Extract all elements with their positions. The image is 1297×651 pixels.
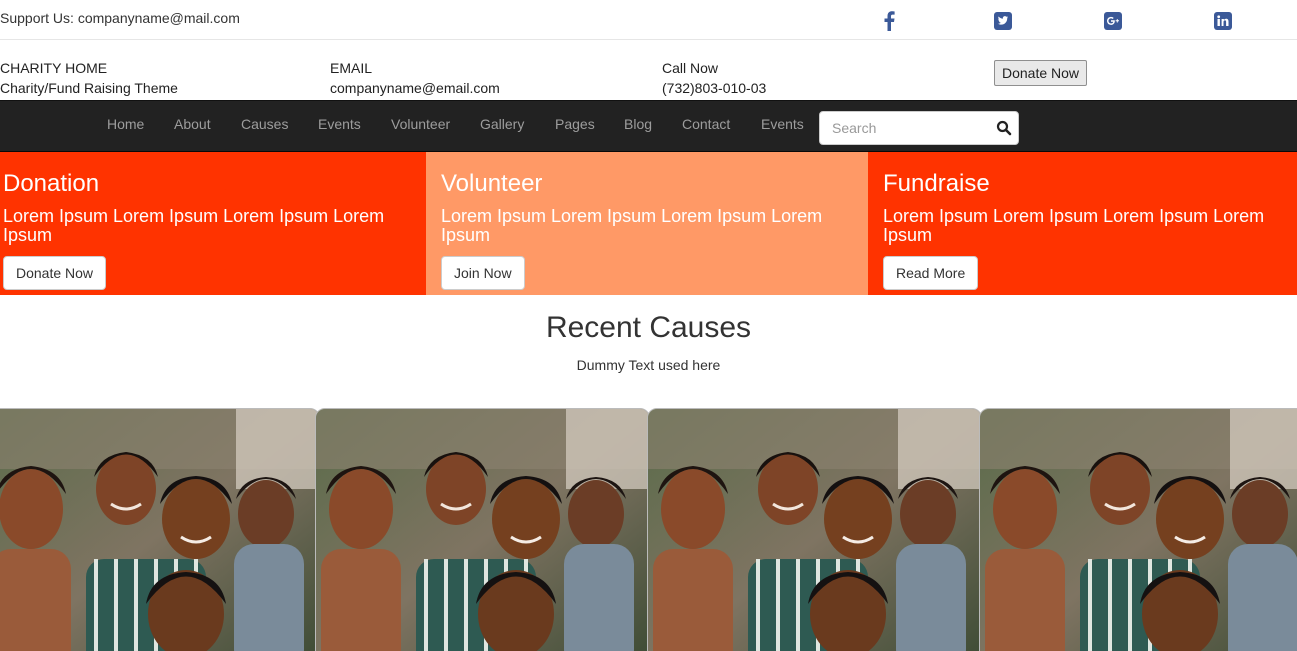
nav-item-about[interactable]: About [174,116,211,132]
recent-causes-title: Recent Causes [545,311,752,344]
cause-image [316,409,649,651]
cause-card[interactable] [0,408,320,651]
nav-item-events-2[interactable]: Events [761,116,804,132]
recent-causes-subtitle: Dummy Text used here [576,357,721,373]
panel-title: Donation [3,170,100,197]
cause-card[interactable] [979,408,1297,651]
nav-item-gallery[interactable]: Gallery [480,116,524,132]
cause-card[interactable] [647,408,982,651]
search-box [819,111,1019,145]
search-input[interactable] [820,112,990,144]
panel-title: Fundraise [883,170,990,197]
twitter-icon[interactable] [993,11,1013,31]
nav-item-pages[interactable]: Pages [555,116,595,132]
email-label: EMAIL [330,60,373,76]
top-bar: Support Us: companyname@mail.com [0,0,1297,40]
panel-text: Lorem Ipsum Lorem Ipsum Lorem Ipsum Lore… [883,206,1265,245]
brand-subtitle: Charity/Fund Raising Theme [0,80,178,96]
join-now-button[interactable]: Join Now [441,256,525,290]
cause-image [648,409,981,651]
support-text: Support Us: companyname@mail.com [0,10,240,26]
causes-gallery [0,408,1297,651]
linkedin-icon[interactable] [1213,11,1233,31]
nav-item-volunteer[interactable]: Volunteer [391,116,450,132]
nav-item-causes[interactable]: Causes [241,116,288,132]
read-more-button[interactable]: Read More [883,256,979,290]
nav-item-events[interactable]: Events [318,116,361,132]
donation-panel: Donation Lorem Ipsum Lorem Ipsum Lorem I… [0,152,426,295]
donate-now-button[interactable]: Donate Now [994,60,1087,86]
email-block: EMAIL companyname@email.com [330,58,500,98]
call-block: Call Now (732)803-010-03 [662,58,766,98]
panel-title: Volunteer [441,170,543,197]
email-value: companyname@email.com [330,80,500,96]
facebook-icon[interactable] [879,11,899,31]
brand-block: CHARITY HOME Charity/Fund Raising Theme [0,58,178,98]
cause-image [0,409,319,651]
cause-card[interactable] [315,408,650,651]
nav-item-home[interactable]: Home [107,116,144,132]
cause-image [980,409,1297,651]
call-value: (732)803-010-03 [662,80,767,96]
brand-title: CHARITY HOME [0,60,108,76]
fundraise-panel: Fundraise Lorem Ipsum Lorem Ipsum Lorem … [868,152,1297,295]
panel-text: Lorem Ipsum Lorem Ipsum Lorem Ipsum Lore… [3,206,385,245]
call-label: Call Now [662,60,719,76]
donate-now-panel-button[interactable]: Donate Now [3,256,107,290]
google-plus-icon[interactable] [1103,11,1123,31]
nav-item-contact[interactable]: Contact [682,116,730,132]
nav-item-blog[interactable]: Blog [624,116,652,132]
main-navbar: Home About Causes Events Volunteer Galle… [0,100,1297,152]
panel-text: Lorem Ipsum Lorem Ipsum Lorem Ipsum Lore… [441,206,823,245]
search-icon[interactable] [996,120,1012,136]
volunteer-panel: Volunteer Lorem Ipsum Lorem Ipsum Lorem … [426,152,868,295]
